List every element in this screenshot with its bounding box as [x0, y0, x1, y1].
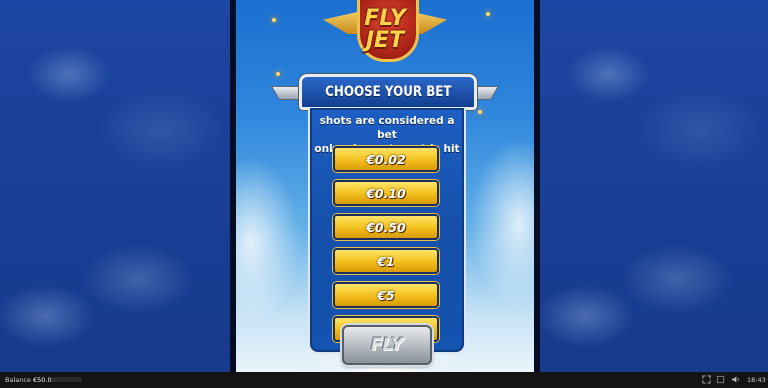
bet-panel: shots are considered a bet only when a t… — [308, 108, 466, 354]
fly-label: FLY — [370, 335, 404, 355]
logo-text: FLY JET — [364, 6, 406, 53]
sky-background-right — [540, 0, 768, 372]
bet-info-line: shots are considered a bet — [319, 115, 455, 141]
bet-label: €0.10 — [366, 185, 406, 201]
bet-label: €0.02 — [366, 151, 406, 167]
fly-button[interactable]: FLY — [342, 325, 432, 365]
balance-label: Balance — [5, 376, 31, 384]
spark-decoration — [478, 110, 482, 114]
balance-display: Balance €50.00 — [5, 376, 56, 384]
history-icon[interactable] — [716, 375, 725, 384]
bet-button-1[interactable]: €1 — [333, 248, 439, 274]
status-placeholder — [52, 377, 82, 382]
spark-decoration — [486, 12, 490, 16]
status-bar: Balance €50.00 18:43 — [0, 372, 768, 388]
bet-label: €1 — [377, 253, 395, 269]
clock: 18:43 — [747, 376, 766, 384]
game-canvas: FLY JET CHOOSE YOUR BET shots are consid… — [236, 0, 534, 372]
bet-button-5[interactable]: €5 — [333, 282, 439, 308]
sound-icon[interactable] — [731, 375, 740, 384]
bet-title: CHOOSE YOUR BET — [324, 84, 452, 100]
game-logo: FLY JET — [323, 0, 447, 62]
fullscreen-icon[interactable] — [702, 375, 711, 384]
bet-title-plate: CHOOSE YOUR BET — [299, 74, 477, 110]
bet-options: €0.02 €0.10 €0.50 €1 €5 €10 — [333, 146, 439, 350]
sky-background-left — [0, 0, 230, 372]
bet-button-0-10[interactable]: €0.10 — [333, 180, 439, 206]
bet-label: €0.50 — [366, 219, 406, 235]
spark-decoration — [272, 18, 276, 22]
bet-panel-header: CHOOSE YOUR BET — [270, 72, 500, 110]
bet-button-0-02[interactable]: €0.02 — [333, 146, 439, 172]
bet-button-0-50[interactable]: €0.50 — [333, 214, 439, 240]
bet-label: €5 — [377, 287, 395, 303]
